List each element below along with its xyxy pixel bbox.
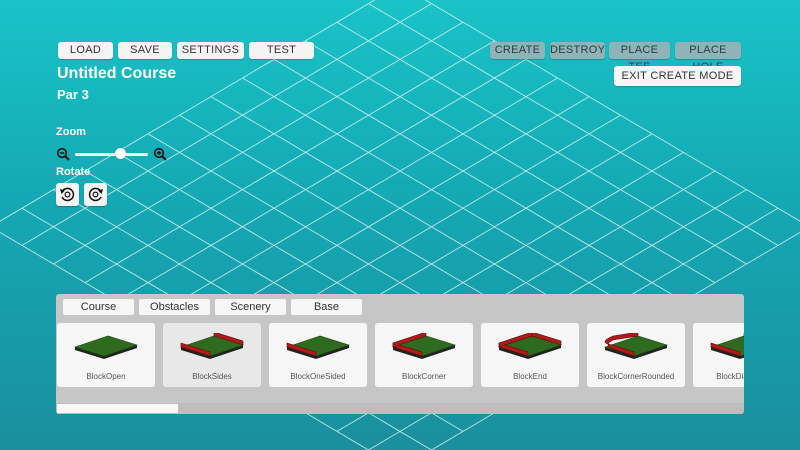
block-preview-icon <box>710 333 744 359</box>
place-hole-button[interactable]: PLACE HOLE <box>675 42 741 73</box>
tab-scenery[interactable]: Scenery <box>215 299 286 315</box>
rotate-left-icon <box>60 187 75 202</box>
tab-obstacles[interactable]: Obstacles <box>139 299 210 315</box>
settings-button[interactable]: SETTINGS <box>177 42 244 59</box>
block-item-label: BlockOneSided <box>290 372 346 381</box>
tab-course[interactable]: Course <box>63 299 134 315</box>
create-mode-button[interactable]: CREATE <box>490 42 545 59</box>
block-item-blockcornerrounded[interactable]: BlockCornerRounded <box>587 323 685 387</box>
course-par: Par 3 <box>57 87 89 102</box>
block-item-label: BlockSides <box>192 372 232 381</box>
destroy-mode-button[interactable]: DESTROY <box>550 42 605 59</box>
block-item-label: BlockCornerRounded <box>597 372 675 381</box>
load-button[interactable]: LOAD <box>58 42 113 59</box>
zoom-slider[interactable] <box>75 153 148 156</box>
course-title: Untitled Course <box>57 65 177 82</box>
block-list: BlockOpen BlockSides BlockOneSided BlockCor… <box>56 323 744 388</box>
rotate-left-button[interactable] <box>56 183 79 206</box>
block-item-blockonesided[interactable]: BlockOneSided <box>269 323 367 387</box>
tab-base[interactable]: Base <box>291 299 362 315</box>
block-item-blockopen[interactable]: BlockOpen <box>57 323 155 387</box>
place-tee-button[interactable]: PLACE TEE <box>609 42 670 73</box>
zoom-in-icon[interactable] <box>153 147 167 161</box>
block-palette-panel: Course Obstacles Scenery Base BlockOpen B… <box>56 294 744 414</box>
zoom-out-icon[interactable] <box>56 147 70 161</box>
test-button[interactable]: TEST <box>249 42 314 59</box>
block-item-blockdiamond[interactable]: BlockDiamond <box>693 323 744 387</box>
palette-scrollbar-thumb[interactable] <box>57 404 178 413</box>
zoom-slider-handle[interactable] <box>114 148 126 159</box>
exit-create-mode-button[interactable]: EXIT CREATE MODE <box>614 66 741 86</box>
block-item-blocksides[interactable]: BlockSides <box>163 323 261 387</box>
rotate-right-icon <box>88 187 103 202</box>
block-preview-icon <box>286 335 350 359</box>
block-item-blockend[interactable]: BlockEnd <box>481 323 579 387</box>
block-item-label: BlockCorner <box>401 372 446 381</box>
block-preview-icon <box>74 335 138 359</box>
block-item-label: BlockEnd <box>513 372 547 381</box>
save-button[interactable]: SAVE <box>118 42 172 59</box>
rotate-label: Rotate <box>56 166 91 178</box>
block-preview-icon <box>180 333 244 359</box>
block-preview-icon <box>392 333 456 359</box>
block-preview-icon <box>498 333 562 359</box>
block-item-blockcorner[interactable]: BlockCorner <box>375 323 473 387</box>
palette-scrollbar[interactable] <box>56 403 744 414</box>
block-item-label: BlockOpen <box>86 372 126 381</box>
zoom-label: Zoom <box>56 126 86 138</box>
block-item-label: BlockDiamond <box>716 372 744 381</box>
block-preview-icon <box>604 333 668 359</box>
rotate-right-button[interactable] <box>84 183 107 206</box>
